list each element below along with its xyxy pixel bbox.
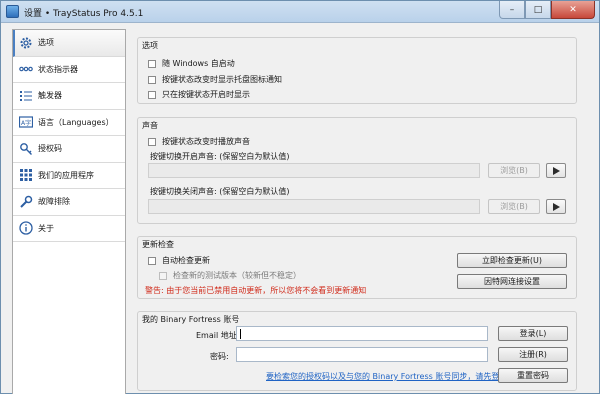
sidebar-item-troubleshooting[interactable]: 故障排除 <box>13 189 125 216</box>
password-field[interactable] <box>236 347 488 362</box>
info-icon <box>19 221 33 235</box>
sidebar-item-triggers[interactable]: 触发器 <box>13 83 125 110</box>
play-sound-checkbox[interactable]: 按键状态改变时播放声音 <box>148 136 250 147</box>
group-title: 声音 <box>142 120 158 131</box>
off-sound-label: 按键切换关闭声音: (保留空白为默认值) <box>150 187 290 196</box>
checkbox-label: 随 Windows 自启动 <box>162 59 235 68</box>
register-button[interactable]: 注册(R) <box>498 347 568 362</box>
password-label: 密码: <box>210 352 229 361</box>
close-icon: ✕ <box>569 4 577 15</box>
maximize-button[interactable]: □ <box>525 1 551 19</box>
sidebar-item-language[interactable]: A字 语言（Languages） <box>13 109 125 136</box>
sidebar-item-license[interactable]: 授权码 <box>13 136 125 163</box>
login-button[interactable]: 登录(L) <box>498 326 568 341</box>
dots-icon <box>19 62 33 76</box>
group-title: 我的 Binary Fortress 账号 <box>142 314 240 325</box>
sidebar-item-our-apps[interactable]: 我们的应用程序 <box>13 162 125 189</box>
options-group: 选项 随 Windows 自启动 按键状态改变时显示托盘图标通知 只在按键状态开… <box>137 37 577 104</box>
gear-icon <box>19 36 33 50</box>
run-on-startup-checkbox[interactable]: 随 Windows 自启动 <box>148 58 235 69</box>
minimize-button[interactable]: – <box>499 1 525 19</box>
checkbox-box <box>159 271 167 280</box>
sidebar-item-label: 故障排除 <box>38 197 70 207</box>
sidebar-item-label: 授权码 <box>38 144 62 154</box>
settings-window: 设置 • TrayStatus Pro 4.5.1 – □ ✕ 选项 状态指示器… <box>0 0 600 394</box>
email-label: Email 地址: <box>196 331 240 340</box>
account-group: 我的 Binary Fortress 账号 Email 地址: 登录(L) 密码… <box>137 311 577 391</box>
window-controls: – □ ✕ <box>499 1 595 20</box>
play-off-sound-button[interactable] <box>546 199 566 214</box>
check-now-button[interactable]: 立即检查更新(U) <box>457 253 567 268</box>
play-on-sound-button[interactable] <box>546 163 566 178</box>
sound-group: 声音 按键状态改变时播放声音 按键切换开启声音: (保留空白为默认值) 浏览(B… <box>137 117 577 224</box>
reset-password-button[interactable]: 重置密码 <box>498 368 568 383</box>
checkbox-box <box>148 256 156 265</box>
app-icon <box>6 5 19 18</box>
sidebar-item-label: 状态指示器 <box>38 64 78 74</box>
title-bar: 设置 • TrayStatus Pro 4.5.1 – □ ✕ <box>1 1 599 23</box>
internet-settings-button[interactable]: 因特网连接设置 <box>457 274 567 289</box>
window-title: 设置 • TrayStatus Pro 4.5.1 <box>24 9 144 19</box>
auto-check-updates-checkbox[interactable]: 自动检查更新 <box>148 255 210 266</box>
update-warning-text: 警告: 由于您当前已禁用自动更新，所以您将不会看到更新通知 <box>145 286 367 295</box>
checkbox-label: 按键状态改变时显示托盘图标通知 <box>162 75 282 84</box>
sidebar-item-label: 选项 <box>38 38 54 48</box>
checkbox-box <box>148 137 156 146</box>
sidebar-item-options[interactable]: 选项 <box>13 30 125 57</box>
checkbox-box <box>148 90 156 99</box>
checkbox-box <box>148 75 156 84</box>
sidebar-item-label: 触发器 <box>38 91 62 101</box>
play-icon <box>552 166 560 175</box>
apps-icon <box>19 168 33 182</box>
settings-sidebar: 选项 状态指示器 触发器 A字 语言（Languages） 授权码 我们的应用程… <box>12 29 126 394</box>
checkbox-label: 检查新的测试版本（较新但不稳定） <box>173 271 301 280</box>
checkbox-label: 自动检查更新 <box>162 256 210 265</box>
account-sync-link[interactable]: 要检索您的授权码以及与您的 Binary Fortress 账号同步，请先登录。 <box>266 371 515 382</box>
sidebar-item-label: 语言（Languages） <box>38 117 114 127</box>
svg-text:A字: A字 <box>21 119 31 127</box>
on-sound-path-input[interactable] <box>148 163 480 178</box>
check-beta-checkbox[interactable]: 检查新的测试版本（较新但不稳定） <box>159 270 301 281</box>
group-title: 选项 <box>142 40 158 51</box>
text-cursor <box>240 329 241 339</box>
update-check-group: 更新检查 自动检查更新 检查新的测试版本（较新但不稳定） 警告: 由于您当前已禁… <box>137 236 577 299</box>
maximize-icon: □ <box>533 4 543 15</box>
close-button[interactable]: ✕ <box>551 1 595 19</box>
off-sound-path-input[interactable] <box>148 199 480 214</box>
minimize-icon: – <box>509 4 515 15</box>
group-title: 更新检查 <box>142 239 174 250</box>
play-icon <box>552 202 560 211</box>
browse-off-sound-button[interactable]: 浏览(B) <box>488 199 540 214</box>
show-only-on-checkbox[interactable]: 只在按键状态开启时显示 <box>148 89 250 100</box>
sidebar-item-about[interactable]: 关于 <box>13 215 125 242</box>
sidebar-item-label: 关于 <box>38 223 54 233</box>
checkbox-label: 按键状态改变时播放声音 <box>162 137 250 146</box>
sidebar-item-status-indicators[interactable]: 状态指示器 <box>13 56 125 83</box>
on-sound-label: 按键切换开启声音: (保留空白为默认值) <box>150 152 290 161</box>
key-icon <box>19 142 33 156</box>
language-icon: A字 <box>19 115 33 129</box>
checkbox-box <box>148 59 156 68</box>
show-tray-notification-checkbox[interactable]: 按键状态改变时显示托盘图标通知 <box>148 74 282 85</box>
email-field[interactable] <box>236 326 488 341</box>
wrench-icon <box>19 195 33 209</box>
checkbox-label: 只在按键状态开启时显示 <box>162 90 250 99</box>
sidebar-item-label: 我们的应用程序 <box>38 170 94 180</box>
browse-on-sound-button[interactable]: 浏览(B) <box>488 163 540 178</box>
list-icon <box>19 89 33 103</box>
